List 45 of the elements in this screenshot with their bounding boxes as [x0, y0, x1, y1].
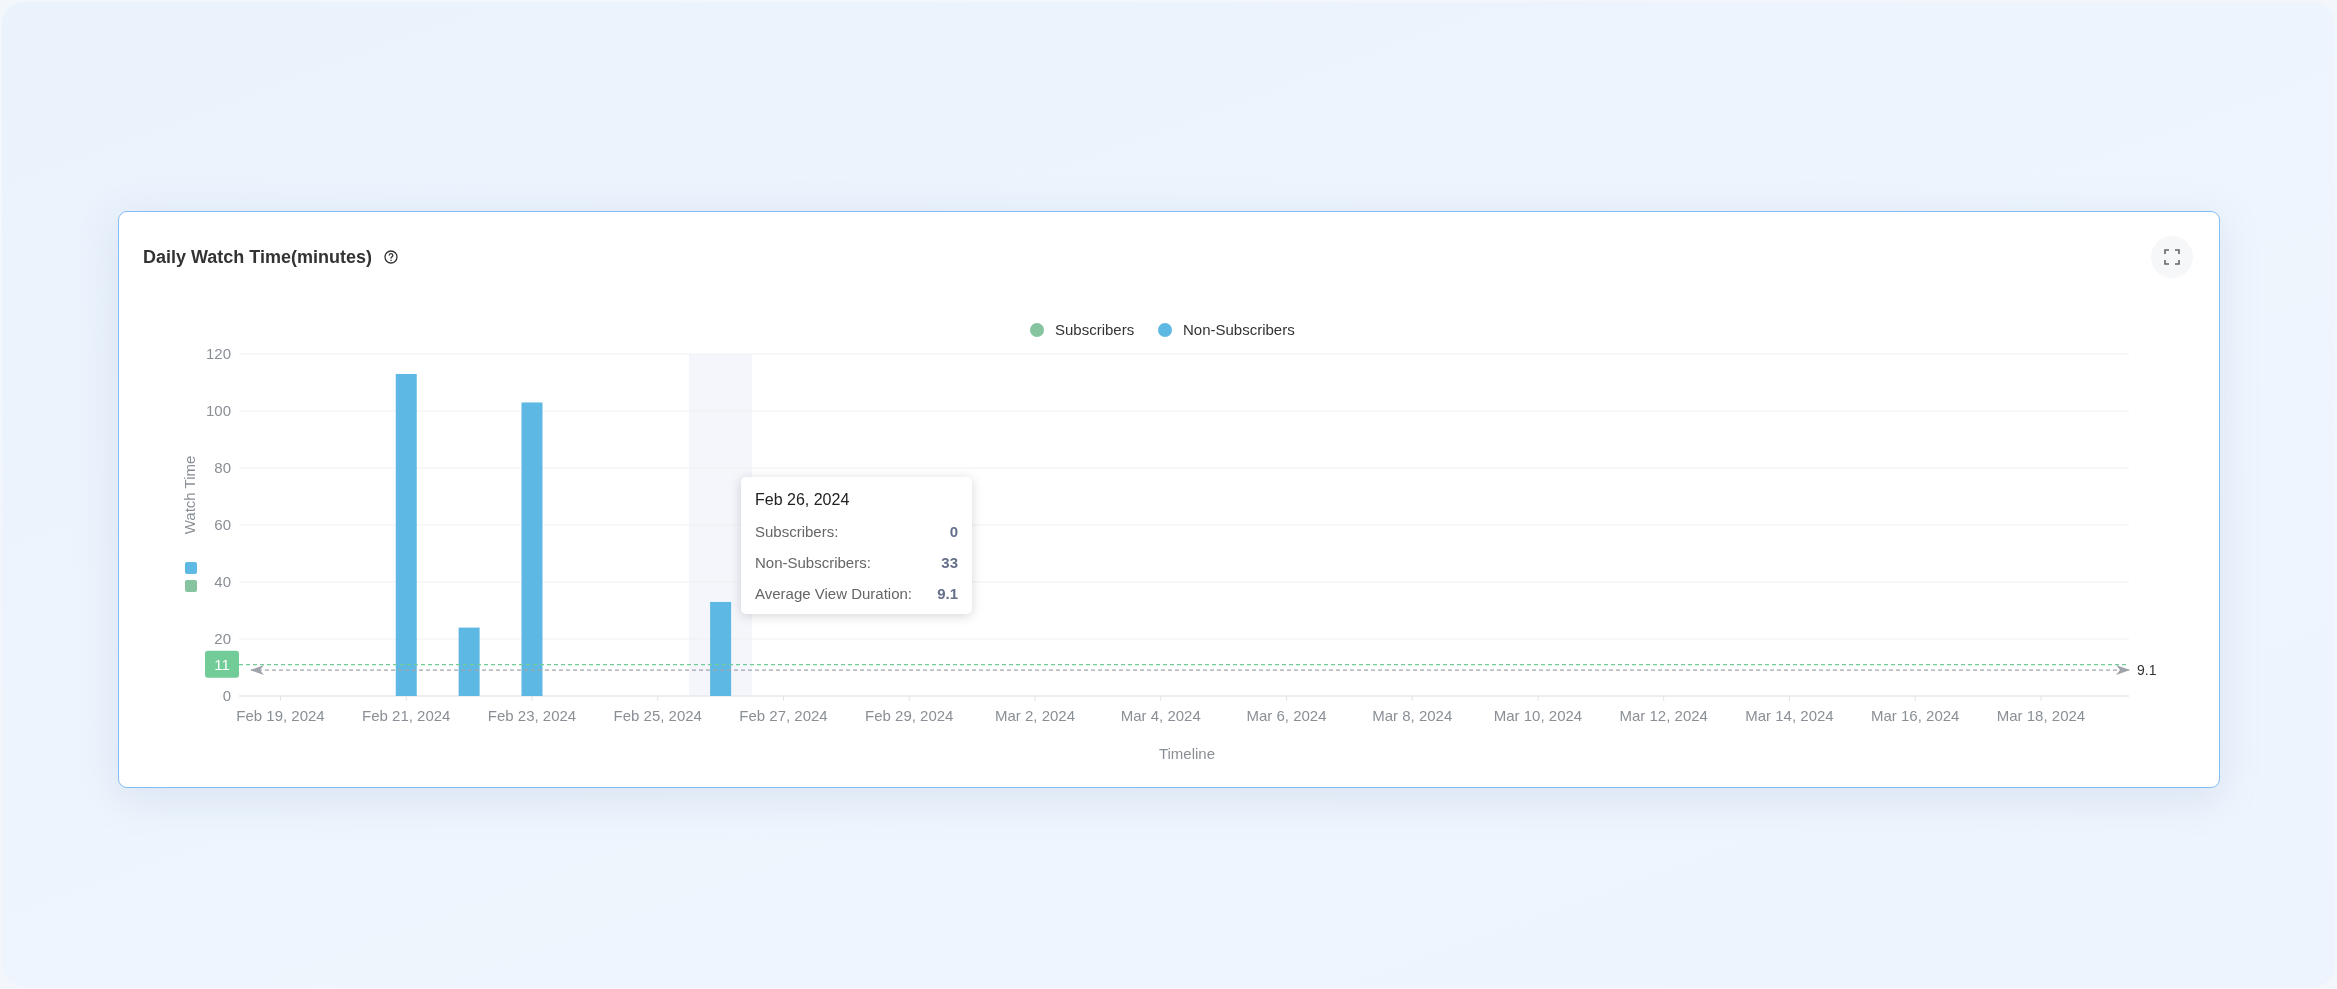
y-axis-label: 80 [214, 459, 231, 476]
y-axis-label: 100 [205, 402, 231, 419]
y-axis-title: Watch Time [181, 455, 198, 535]
y-axis-label: 40 [214, 573, 231, 590]
fullscreen-icon [2164, 249, 2180, 265]
y-axis-label: 0 [222, 687, 231, 704]
tooltip-label: Average View Duration: [755, 585, 913, 602]
y-axis-label: 120 [205, 345, 231, 362]
tooltip-title: Feb 26, 2024 [755, 491, 851, 509]
legend-label[interactable]: Non-Subscribers [1183, 321, 1295, 338]
x-axis-label: Mar 6, 2024 [1246, 707, 1327, 724]
x-axis-label: Feb 25, 2024 [613, 707, 702, 724]
x-axis-label: Mar 4, 2024 [1120, 707, 1201, 724]
tooltip-value: 33 [941, 554, 958, 571]
x-axis-title: Timeline [1158, 745, 1216, 762]
x-axis-label: Feb 19, 2024 [236, 707, 325, 724]
average-badge: 11 [205, 650, 239, 678]
card-title: Daily Watch Time(minutes) [143, 246, 373, 268]
series-swatch [185, 580, 197, 592]
x-axis-label: Mar 8, 2024 [1372, 707, 1453, 724]
tooltip-value: 0 [949, 523, 958, 540]
x-axis-label: Mar 18, 2024 [1996, 707, 2086, 724]
series-swatch [185, 562, 197, 574]
tooltip-label: Subscribers: [755, 523, 839, 540]
x-axis-label: Feb 27, 2024 [739, 707, 828, 724]
x-axis-label: Mar 12, 2024 [1619, 707, 1708, 724]
x-axis-label: Feb 29, 2024 [865, 707, 954, 724]
x-axis-label: Mar 2, 2024 [994, 707, 1075, 724]
bar [458, 627, 480, 696]
x-axis-label: Mar 16, 2024 [1871, 707, 1960, 724]
x-axis-label: Feb 21, 2024 [362, 707, 451, 724]
ref-line-label: 11 [214, 655, 230, 673]
x-axis-label: Mar 10, 2024 [1493, 707, 1583, 724]
average-label: 9.1 [2137, 662, 2157, 679]
x-axis-label: Feb 23, 2024 [487, 707, 577, 724]
y-axis-label: 60 [214, 516, 231, 533]
tooltip-value: 9.1 [937, 585, 958, 602]
legend-label[interactable]: Subscribers [1055, 321, 1135, 338]
help-icon[interactable] [384, 250, 399, 264]
tooltip-label: Non-Subscribers: [755, 554, 871, 571]
legend-dot[interactable] [1030, 323, 1044, 337]
y-axis-label: 20 [214, 630, 231, 647]
legend-dot[interactable] [1158, 323, 1172, 337]
fullscreen-button[interactable] [2151, 236, 2193, 278]
x-axis-label: Mar 14, 2024 [1745, 707, 1834, 724]
